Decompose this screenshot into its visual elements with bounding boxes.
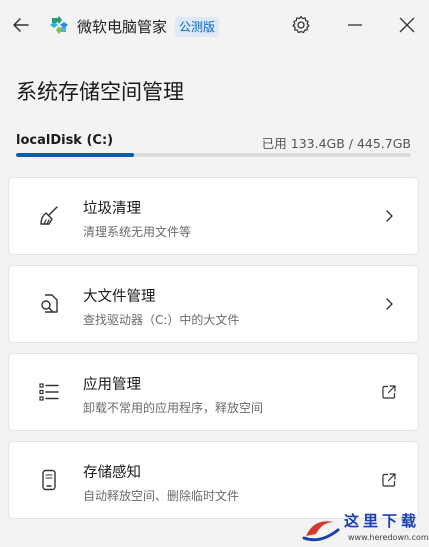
title-bar: 微软电脑管家 公测版	[0, 0, 429, 52]
card-title: 垃圾清理	[83, 201, 141, 217]
disk-usage-bar-fill	[16, 153, 135, 157]
disk-usage-bar	[16, 153, 411, 157]
file-search-icon	[36, 291, 62, 317]
card-title: 存储感知	[83, 465, 141, 481]
close-button[interactable]	[395, 13, 419, 37]
chevron-right-icon	[380, 295, 398, 313]
settings-button[interactable]	[289, 13, 313, 37]
card-subtitle: 自动释放空间、删除临时文件	[83, 489, 240, 503]
app-window: 微软电脑管家 公测版 系统存储空间管理 localDisk (C:) 已用 13…	[0, 0, 429, 547]
card-large-files[interactable]: 大文件管理 查找驱动器（C:）中的大文件	[8, 265, 419, 343]
card-app-management[interactable]: 应用管理 卸载不常用的应用程序，释放空间	[8, 353, 419, 431]
beta-badge: 公测版	[175, 17, 220, 37]
app-logo-icon	[49, 15, 69, 35]
card-title: 应用管理	[83, 377, 141, 393]
minimize-button[interactable]	[343, 13, 367, 37]
card-subtitle: 卸载不常用的应用程序，释放空间	[83, 401, 264, 415]
back-button[interactable]	[8, 12, 34, 38]
card-subtitle: 查找驱动器（C:）中的大文件	[83, 313, 240, 327]
arrow-left-icon	[13, 18, 29, 32]
external-link-icon	[380, 383, 398, 401]
disk-name: localDisk (C:)	[16, 133, 114, 148]
watermark-url: www.heredown.com	[348, 533, 429, 542]
card-title: 大文件管理	[83, 289, 156, 305]
close-icon	[399, 17, 415, 33]
app-name: 微软电脑管家	[77, 18, 168, 36]
chevron-right-icon	[380, 207, 398, 225]
disk-usage-text: 已用 133.4GB / 445.7GB	[261, 136, 411, 151]
phone-icon	[36, 467, 62, 493]
page-title: 系统存储空间管理	[16, 80, 184, 104]
card-subtitle: 清理系统无用文件等	[83, 225, 192, 239]
broom-icon	[36, 203, 62, 229]
list-icon	[36, 379, 62, 405]
card-junk-cleanup[interactable]: 垃圾清理 清理系统无用文件等	[8, 177, 419, 255]
minimize-icon	[348, 24, 362, 26]
external-link-icon	[380, 471, 398, 489]
watermark-text: 这里下载	[344, 512, 421, 530]
gear-icon	[292, 15, 310, 34]
